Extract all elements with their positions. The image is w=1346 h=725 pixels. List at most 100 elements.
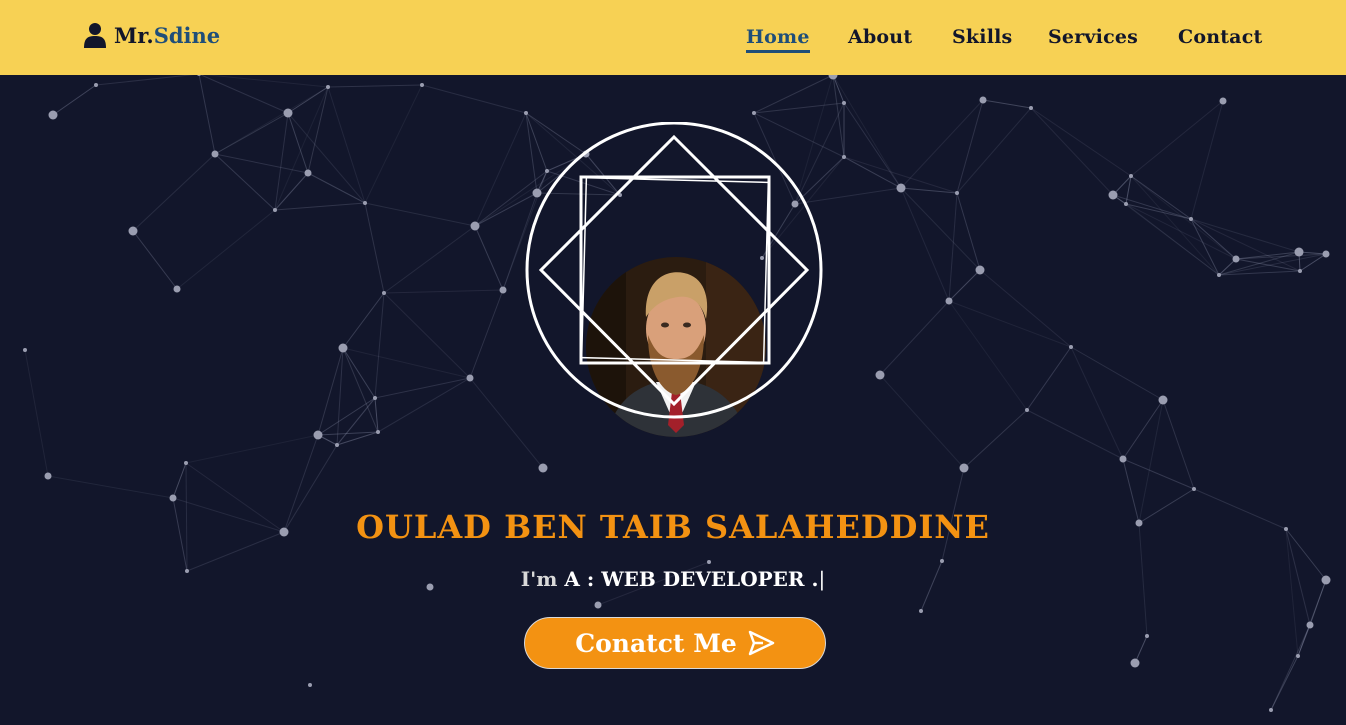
network-node (1219, 97, 1227, 105)
network-node (1269, 708, 1273, 712)
network-link (1030, 107, 1114, 196)
network-link (132, 230, 178, 290)
network-link (327, 86, 366, 204)
network-node (1108, 190, 1118, 200)
brand-logo[interactable]: Mr. Sdine (84, 22, 220, 48)
network-node (1145, 634, 1149, 638)
avatar-frame (525, 122, 823, 419)
network-link (342, 292, 385, 349)
network-link (52, 84, 97, 116)
network-link (364, 202, 385, 294)
nav-skills-link[interactable]: Skills (952, 24, 1012, 50)
network-link (1235, 251, 1300, 260)
network-node (919, 609, 923, 613)
network-link (307, 86, 329, 174)
contact-me-button[interactable]: Conatct Me (524, 617, 826, 669)
network-node (959, 463, 969, 473)
brand-name-part1: Mr. (114, 22, 154, 48)
network-link (1190, 218, 1300, 253)
network-link (1162, 399, 1195, 490)
network-node (128, 226, 138, 236)
navbar: Mr. Sdine Home About Skills Services Cont… (0, 0, 1346, 75)
network-node (875, 370, 885, 380)
network-node (335, 443, 339, 447)
network-node (173, 285, 181, 293)
network-node (420, 83, 424, 87)
network-node (594, 601, 602, 609)
tagline-role: A : WEB DEVELOPER . (564, 567, 819, 591)
network-link (336, 347, 344, 446)
network-link (1026, 346, 1072, 411)
network-link (214, 86, 329, 155)
network-link (24, 349, 49, 477)
network-link (753, 102, 845, 114)
network-link (469, 289, 504, 379)
network-node (1298, 269, 1302, 273)
network-link (336, 397, 376, 446)
network-node (979, 96, 987, 104)
nav-home-link[interactable]: Home (746, 24, 810, 53)
network-node (308, 683, 312, 687)
network-node (1069, 345, 1073, 349)
network-node (524, 111, 528, 115)
send-icon (748, 630, 775, 656)
network-link (956, 107, 1032, 194)
network-link (963, 409, 1028, 469)
network-link (1190, 100, 1224, 220)
network-node (1306, 621, 1314, 629)
network-node (538, 463, 548, 473)
nav-contact-link[interactable]: Contact (1178, 24, 1262, 50)
network-link (377, 377, 471, 433)
network-link (879, 300, 950, 376)
network-node (752, 111, 756, 115)
network-node (283, 108, 293, 118)
network-link (1112, 194, 1220, 276)
user-icon (84, 23, 106, 48)
network-node (94, 83, 98, 87)
network-link (948, 269, 981, 302)
network-node (382, 291, 386, 295)
network-node (940, 559, 944, 563)
network-node (376, 430, 380, 434)
network-link (172, 462, 187, 499)
nav-services-link[interactable]: Services (1048, 24, 1138, 50)
network-link (327, 84, 423, 88)
network-node (273, 208, 277, 212)
typing-cursor: | (818, 567, 826, 591)
network-link (374, 292, 385, 399)
network-node (499, 286, 507, 294)
network-link (1070, 346, 1164, 401)
network-node (842, 155, 846, 159)
network-link (1130, 175, 1220, 276)
network-node (466, 374, 474, 382)
nav-about-link[interactable]: About (848, 24, 912, 50)
contact-me-label: Conatct Me (575, 628, 737, 658)
network-node (1025, 408, 1029, 412)
network-link (364, 84, 423, 204)
network-link (132, 153, 216, 232)
network-link (287, 112, 309, 174)
network-link (342, 347, 471, 379)
network-link (1270, 655, 1299, 711)
network-link (832, 74, 845, 158)
network-link (383, 289, 504, 294)
network-node (338, 343, 348, 353)
network-node (1158, 395, 1168, 405)
network-node (363, 201, 367, 205)
network-node (169, 494, 177, 502)
network-link (1122, 458, 1195, 490)
network-link (900, 187, 950, 302)
network-link (1130, 100, 1224, 177)
network-link (287, 112, 366, 204)
network-link (214, 153, 309, 174)
network-link (274, 172, 309, 211)
network-link (95, 73, 200, 86)
network-node (955, 191, 959, 195)
network-node (1029, 106, 1033, 110)
network-link (948, 192, 958, 302)
network-link (982, 99, 1032, 109)
network-node (184, 461, 188, 465)
network-node (44, 472, 52, 480)
network-node (1296, 654, 1300, 658)
network-link (832, 74, 902, 189)
